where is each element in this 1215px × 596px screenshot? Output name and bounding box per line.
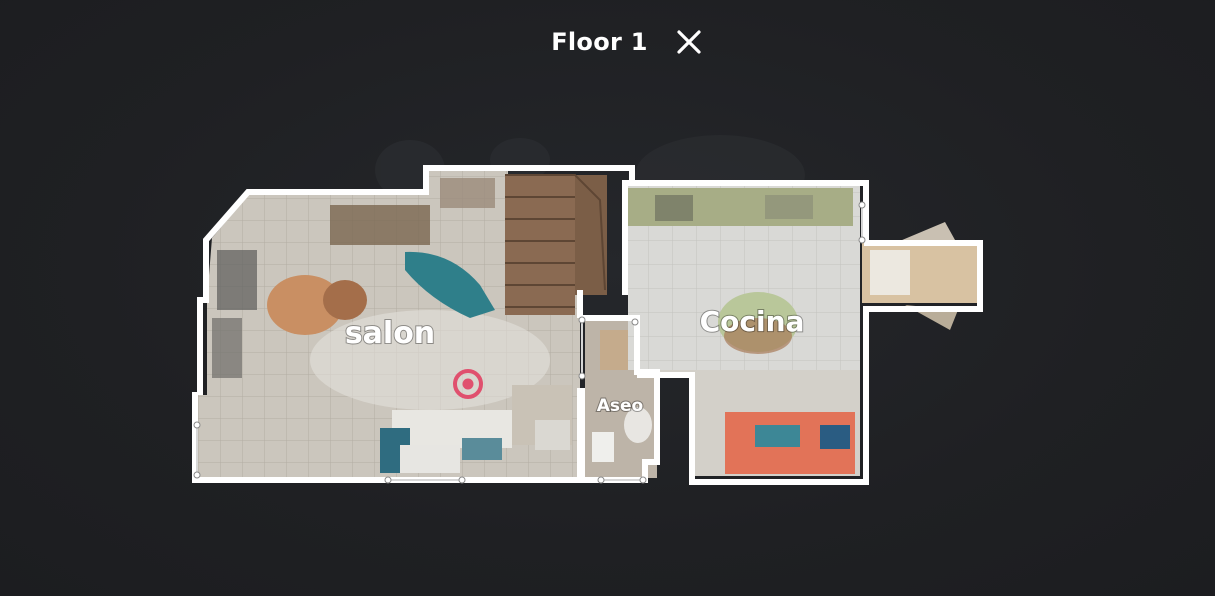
- staircase: [505, 174, 607, 315]
- room-label-cocina: Cocina: [700, 305, 805, 338]
- close-icon[interactable]: [676, 29, 702, 55]
- close-button[interactable]: [674, 27, 704, 57]
- floor-plan-viewport[interactable]: salon Cocina Aseo Floor 1: [0, 0, 1215, 596]
- balcony-area[interactable]: [862, 222, 980, 330]
- floor-plan[interactable]: salon Cocina Aseo: [0, 0, 1215, 596]
- floor-header: Floor 1: [0, 22, 1215, 62]
- room-label-aseo: Aseo: [597, 396, 643, 416]
- room-label-salon: salon: [345, 316, 435, 351]
- floor-title: Floor 1: [551, 28, 648, 56]
